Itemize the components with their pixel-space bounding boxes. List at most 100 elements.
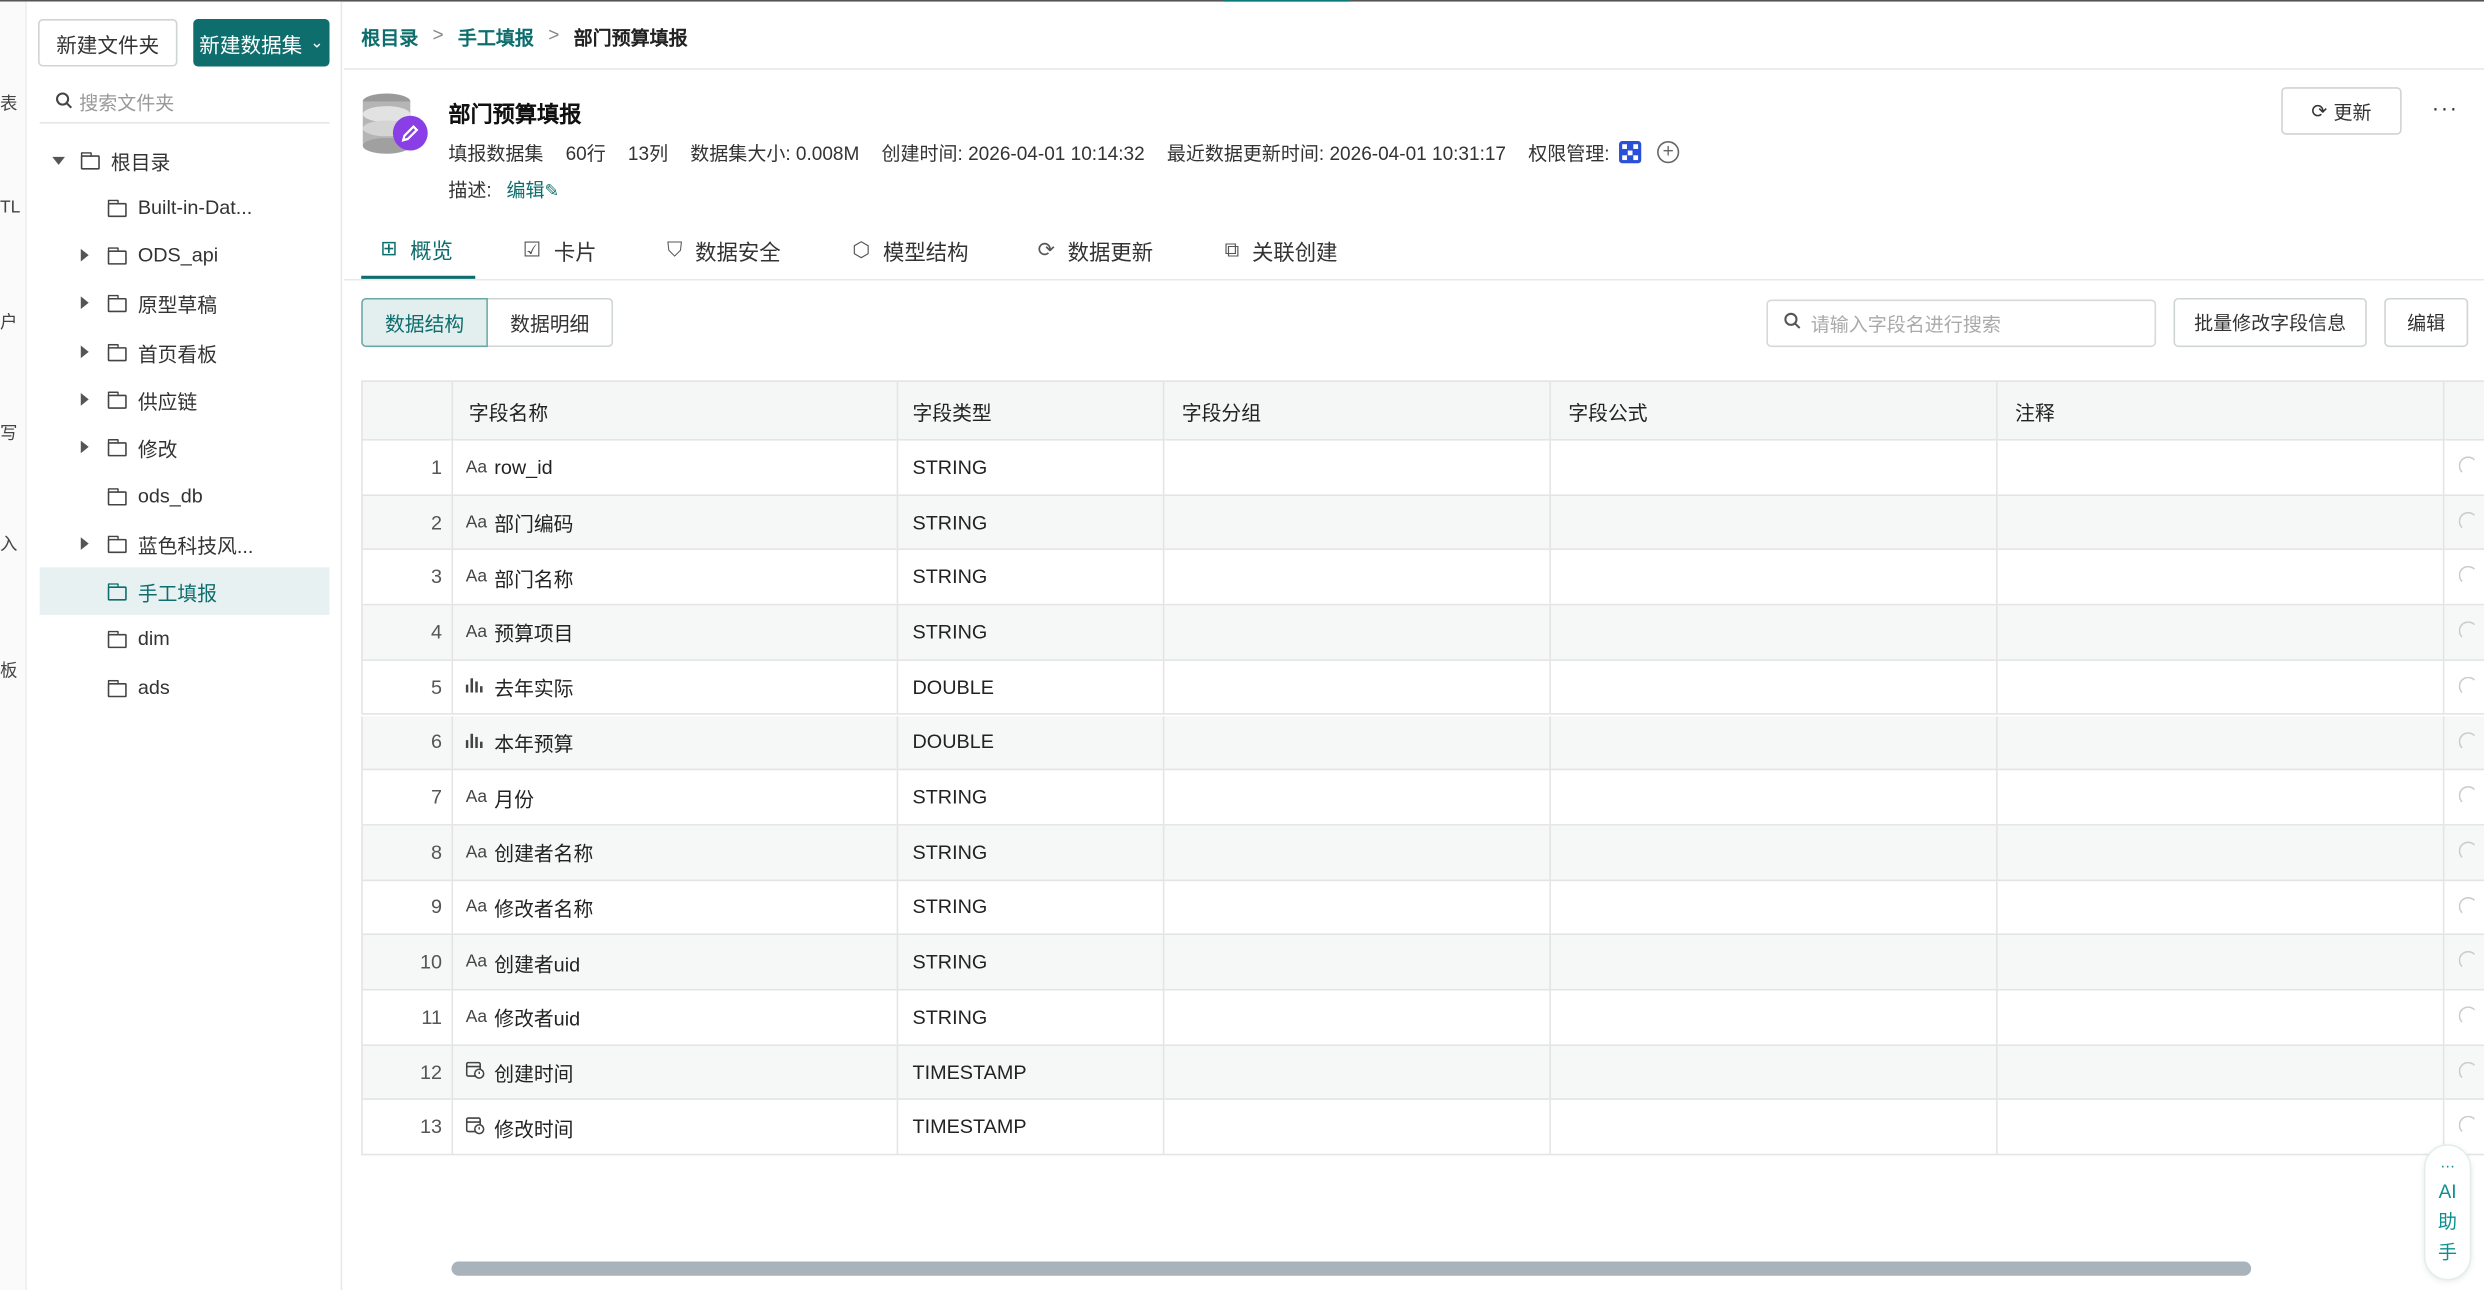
loading-spinner-icon <box>2458 896 2478 916</box>
tree-item[interactable]: ODS_api <box>40 231 330 279</box>
tree-item[interactable]: 蓝色科技风... <box>40 520 330 568</box>
field-search-input[interactable]: 请输入字段名进行搜索 <box>1766 299 2157 348</box>
horizontal-scrollbar[interactable] <box>451 1261 2252 1276</box>
folder-search-input[interactable]: 搜索文件夹 <box>39 82 330 124</box>
table-row[interactable]: 6 本年预算 DOUBLE <box>361 715 2484 771</box>
rail-glyph[interactable]: 户 <box>0 309 17 334</box>
table-row[interactable]: 9 Aa 修改者名称 STRING <box>361 880 2484 936</box>
tree-item[interactable]: dim <box>40 615 330 663</box>
caret-down-icon[interactable] <box>52 156 65 165</box>
caret-right-icon[interactable] <box>80 537 89 550</box>
field-search-placeholder: 请输入字段名进行搜索 <box>1810 312 2001 336</box>
rail-glyph[interactable]: 入 <box>0 531 17 556</box>
shield-icon: ⛉ <box>666 237 683 262</box>
tree-item[interactable]: Built-in-Dat... <box>40 184 330 232</box>
tree-item[interactable]: ads <box>40 664 330 712</box>
loading-spinner-icon <box>2458 731 2478 751</box>
table-row[interactable]: 13 修改时间 TIMESTAMP <box>361 1100 2484 1156</box>
breadcrumb-root[interactable]: 根目录 <box>361 24 418 51</box>
rail-glyph[interactable]: 表 <box>0 90 17 115</box>
field-comment-cell <box>1998 1100 2445 1154</box>
tab-label: 模型结构 <box>882 240 969 265</box>
breadcrumb-folder[interactable]: 手工填报 <box>458 24 534 51</box>
field-name: 部门名称 <box>494 568 574 591</box>
tab-label: 卡片 <box>553 240 597 265</box>
tree-item[interactable]: 手工填报 <box>39 567 330 615</box>
tab-data-update[interactable]: ⟳ 数据更新 <box>1038 222 1153 279</box>
edit-button[interactable]: 编辑 <box>2384 297 2469 348</box>
folder-icon <box>80 152 100 170</box>
new-folder-button[interactable]: 新建文件夹 <box>38 19 178 67</box>
ai-assistant-button[interactable]: ⋯ AI 助 手 <box>2423 1144 2472 1281</box>
rail-glyph[interactable]: 板 <box>0 658 17 683</box>
caret-right-icon[interactable] <box>80 393 89 406</box>
caret-right-icon[interactable] <box>80 296 89 310</box>
field-name: 创建者名称 <box>494 843 594 866</box>
tree-item[interactable]: 原型草稿 <box>40 279 330 327</box>
caret-right-icon[interactable] <box>80 345 89 359</box>
tree-item[interactable]: 根目录 <box>40 136 330 184</box>
caret-right-icon[interactable] <box>80 440 89 454</box>
table-row[interactable]: 7 Aa 月份 STRING <box>361 770 2484 826</box>
tree-item[interactable]: 供应链 <box>40 376 330 424</box>
rail-glyph[interactable]: TL <box>0 198 20 217</box>
tab-model-structure[interactable]: ⬡ 模型结构 <box>852 222 968 279</box>
row-index: 8 <box>361 825 454 879</box>
tab-data-security[interactable]: ⛉ 数据安全 <box>667 222 781 279</box>
row-action-cell <box>2444 1045 2484 1098</box>
batch-edit-fields-button[interactable]: 批量修改字段信息 <box>2173 297 2367 348</box>
more-options-icon[interactable]: ··· <box>2432 95 2459 120</box>
dataset-description: 描述: 编辑✎ <box>448 176 559 203</box>
table-row[interactable]: 5 去年实际 DOUBLE <box>361 660 2484 716</box>
left-rail: 表 TL 户 写 入 板 <box>0 1 27 1290</box>
row-action-cell <box>2444 661 2484 714</box>
row-action-cell <box>2444 551 2484 604</box>
loading-spinner-icon <box>2458 841 2478 861</box>
table-row[interactable]: 4 Aa 预算项目 STRING <box>361 605 2484 661</box>
tree-item[interactable]: 修改 <box>40 423 330 471</box>
breadcrumb-separator: > <box>548 23 560 46</box>
tree-item[interactable]: ods_db <box>40 472 330 520</box>
loading-spinner-icon <box>2458 456 2478 476</box>
field-formula-cell <box>1551 935 1998 989</box>
table-row[interactable]: 8 Aa 创建者名称 STRING <box>361 825 2484 881</box>
view-detail-button[interactable]: 数据明细 <box>487 297 614 348</box>
tab-card[interactable]: ☑ 卡片 <box>523 222 597 279</box>
tree-item-label: ODS_api <box>137 244 219 267</box>
tab-label: 概览 <box>410 239 453 264</box>
row-action-cell <box>2444 441 2484 494</box>
rail-glyph[interactable]: 写 <box>0 420 17 445</box>
description-edit-link[interactable]: 编辑✎ <box>506 179 559 201</box>
loading-spinner-icon <box>2458 951 2478 971</box>
table-row[interactable]: 2 Aa 部门编码 STRING <box>361 495 2484 551</box>
bar-chart-icon <box>465 677 491 698</box>
tab-overview[interactable]: ⊞ 概览 <box>361 222 476 279</box>
database-icon <box>361 92 431 159</box>
avatar[interactable] <box>1619 141 1642 164</box>
new-dataset-button[interactable]: 新建数据集 ⌄ <box>193 19 330 67</box>
loading-spinner-icon <box>2458 566 2478 586</box>
view-structure-button[interactable]: 数据结构 <box>361 297 488 348</box>
row-index: 13 <box>361 1100 454 1154</box>
folder-icon <box>107 294 127 313</box>
tree-item[interactable]: 首页看板 <box>40 328 330 376</box>
table-row[interactable]: 11 Aa 修改者uid STRING <box>361 990 2484 1046</box>
row-index: 10 <box>361 935 454 989</box>
caret-right-icon[interactable] <box>80 248 89 262</box>
field-name-cell: Aa 月份 <box>453 770 899 824</box>
row-action-cell <box>2444 936 2484 989</box>
table-row[interactable]: 1 Aa row_id STRING <box>361 440 2484 496</box>
text-type-icon: Aa <box>465 457 488 477</box>
field-type-cell: DOUBLE <box>898 660 1165 714</box>
table-row[interactable]: 12 创建时间 TIMESTAMP <box>361 1045 2484 1101</box>
field-name-cell: Aa 预算项目 <box>453 605 899 659</box>
table-row[interactable]: 10 Aa 创建者uid STRING <box>361 935 2484 991</box>
permission-label: 权限管理: <box>1528 142 1610 165</box>
tab-linked-create[interactable]: ⧉ 关联创建 <box>1225 222 1338 279</box>
header-extra <box>2444 382 2484 439</box>
table-row[interactable]: 3 Aa 部门名称 STRING <box>361 550 2484 606</box>
field-name: 去年实际 <box>494 678 574 701</box>
add-permission-icon[interactable]: + <box>1657 141 1680 164</box>
refresh-button[interactable]: ⟳ 更新 <box>2281 87 2402 135</box>
field-type-cell: TIMESTAMP <box>898 1100 1165 1154</box>
